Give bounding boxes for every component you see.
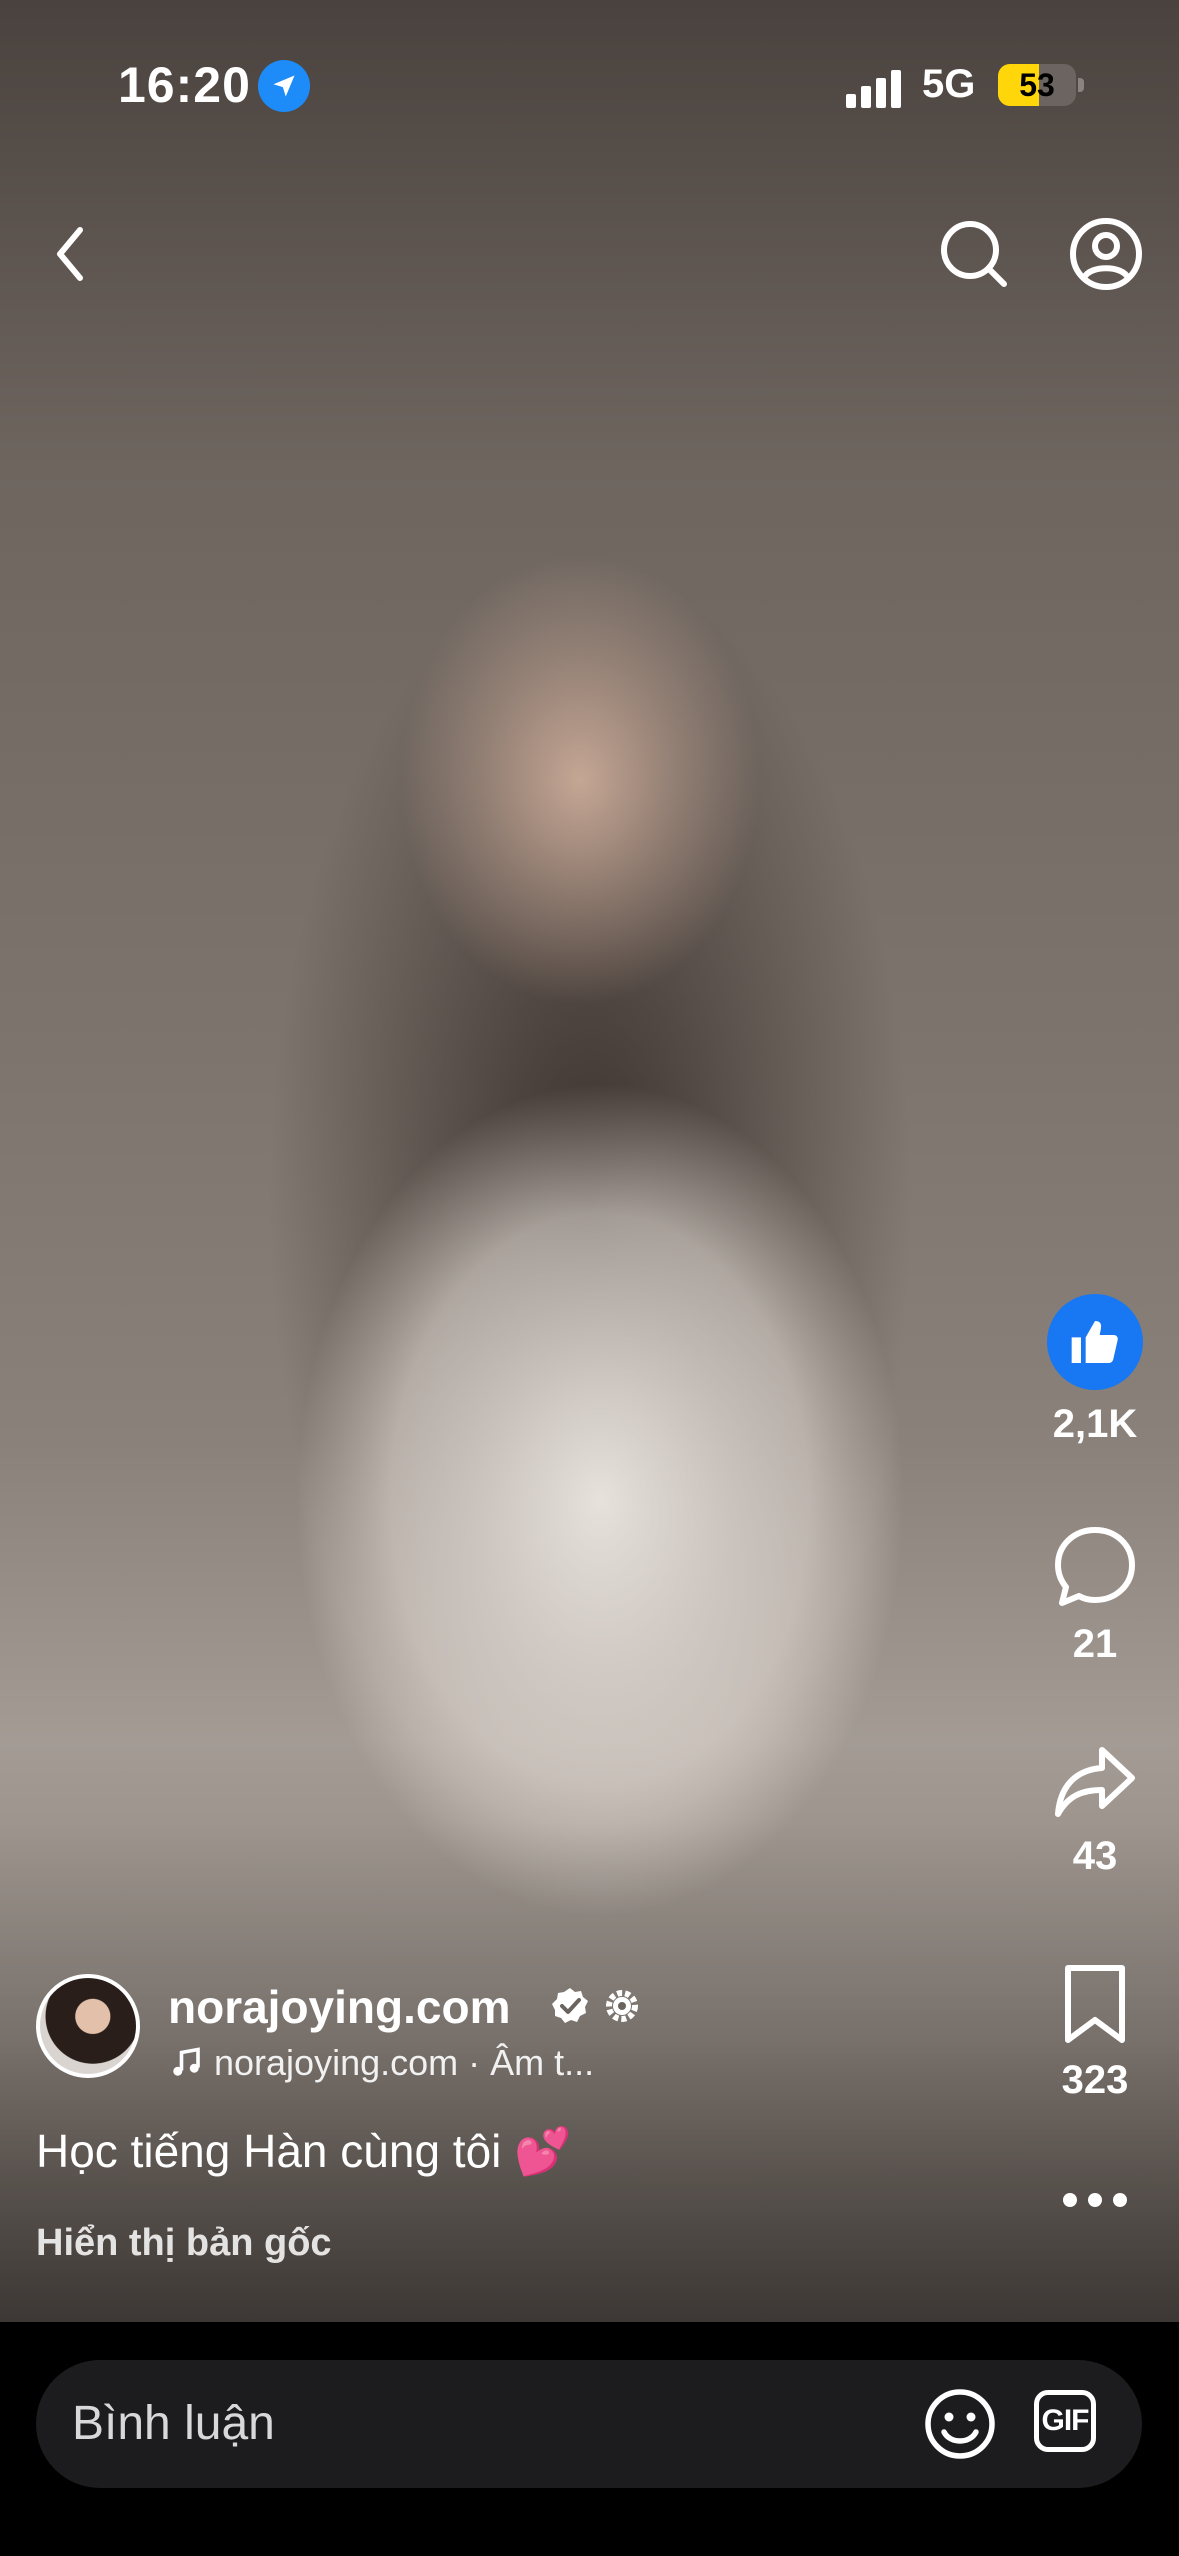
show-original-link[interactable]: Hiển thị bản gốc bbox=[36, 2222, 332, 2265]
author-badges bbox=[550, 1986, 642, 2026]
signal-bars-icon bbox=[846, 64, 906, 108]
music-title: norajoying.com · Âm t... bbox=[214, 2042, 595, 2083]
comment-action[interactable]: 21 bbox=[1030, 1524, 1160, 1667]
search-button[interactable] bbox=[934, 214, 1014, 294]
comment-input[interactable]: Bình luận GIF bbox=[36, 2360, 1142, 2488]
location-arrow-icon bbox=[258, 60, 310, 112]
bottom-bar: Bình luận GIF bbox=[0, 2322, 1179, 2556]
share-action[interactable]: 43 bbox=[1030, 1742, 1160, 1879]
like-button[interactable] bbox=[1047, 1294, 1143, 1390]
author-name[interactable]: norajoying.com bbox=[168, 1980, 510, 2034]
like-count: 2,1K bbox=[1052, 1402, 1138, 1446]
status-bar: 16:20 5G 53 bbox=[0, 0, 1179, 170]
network-type: 5G bbox=[922, 62, 976, 106]
share-arrow-icon[interactable] bbox=[1052, 1742, 1138, 1822]
thumbs-up-icon bbox=[1071, 1321, 1118, 1363]
caption-emoji: 💕 bbox=[514, 2125, 572, 2177]
side-actions: 2,1K 21 43 323 bbox=[1030, 0, 1160, 2207]
save-count: 323 bbox=[1061, 2058, 1129, 2102]
share-count: 43 bbox=[1072, 1834, 1118, 1878]
more-dots-icon bbox=[1063, 2193, 1127, 2207]
caption-text: Học tiếng Hàn cùng tôi bbox=[36, 2125, 502, 2177]
reel-video[interactable] bbox=[0, 0, 1179, 2322]
gif-button[interactable]: GIF bbox=[1034, 2390, 1096, 2452]
comment-placeholder: Bình luận bbox=[72, 2397, 275, 2450]
music-note-icon bbox=[173, 2047, 200, 2076]
search-icon bbox=[941, 221, 1007, 287]
status-time: 16:20 bbox=[118, 57, 251, 113]
comment-bubble-icon[interactable] bbox=[1052, 1524, 1138, 1610]
chevron-left-icon bbox=[57, 227, 83, 281]
comment-count: 21 bbox=[1072, 1622, 1118, 1666]
gear-icon[interactable] bbox=[602, 1986, 642, 2026]
back-button[interactable] bbox=[30, 214, 110, 294]
save-action[interactable]: 323 bbox=[1030, 1962, 1160, 2103]
emoji-button[interactable] bbox=[922, 2386, 998, 2467]
like-action[interactable]: 2,1K bbox=[1030, 1294, 1160, 1447]
more-options-button[interactable] bbox=[1030, 2190, 1160, 2210]
avatar[interactable] bbox=[36, 1974, 140, 2078]
music-row[interactable]: norajoying.com · Âm t... bbox=[168, 2042, 594, 2084]
smiley-icon bbox=[925, 2389, 995, 2459]
post-caption[interactable]: Học tiếng Hàn cùng tôi 💕 bbox=[36, 2124, 571, 2179]
verified-badge-icon bbox=[552, 1988, 588, 2023]
bookmark-icon[interactable] bbox=[1060, 1962, 1130, 2046]
